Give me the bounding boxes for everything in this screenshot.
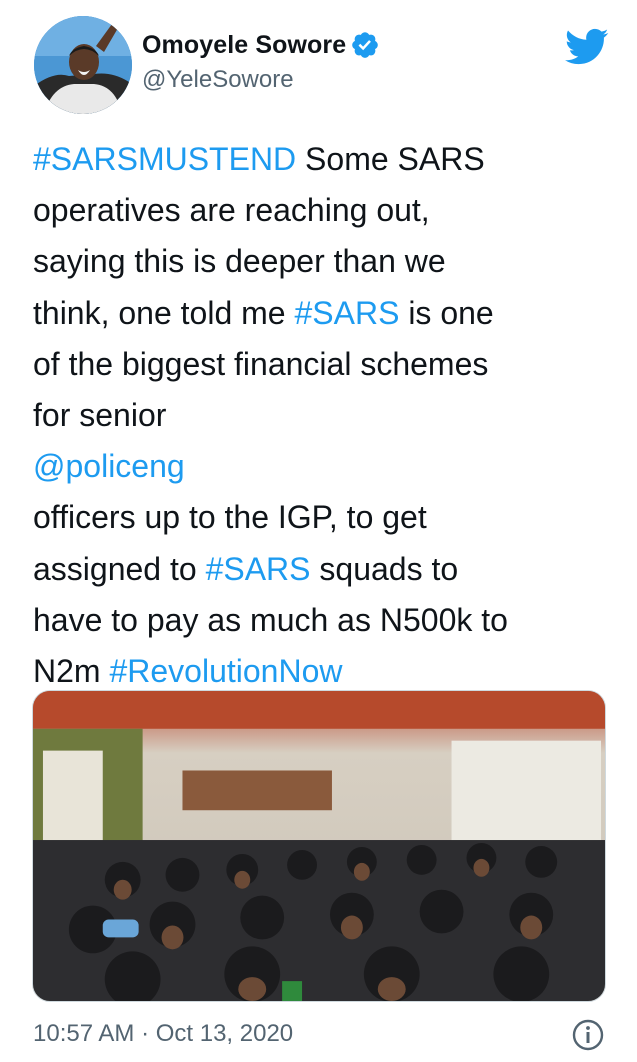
tweet-card: Omoyele Sowore @YeleSowore #SARSMUSTEND … xyxy=(0,0,637,1062)
author-handle[interactable]: @YeleSowore xyxy=(142,66,380,94)
hashtag-link[interactable]: #RevolutionNow xyxy=(109,653,342,689)
tweet-text-segment: squads to xyxy=(310,550,459,587)
author-names: Omoyele Sowore @YeleSowore xyxy=(142,30,380,94)
tweet-text-line: for senior xyxy=(33,390,613,441)
display-name-row: Omoyele Sowore xyxy=(142,30,380,60)
tweet-text-line: have to pay as much as N500k to xyxy=(33,595,613,646)
verified-badge-icon xyxy=(350,30,380,60)
tweet-photo[interactable] xyxy=(32,690,606,1002)
tweet-footer: 10:57 AM · Oct 13, 2020 xyxy=(33,1018,605,1054)
avatar-image xyxy=(34,16,132,114)
tweet-text-line: assigned to #SARS squads to xyxy=(33,544,613,595)
tweet-text-segment: think, one told me xyxy=(33,294,295,331)
tweet-text-line: @policeng xyxy=(33,441,613,492)
tweet-text-line: saying this is deeper than we xyxy=(33,236,613,287)
info-icon[interactable] xyxy=(571,1018,605,1052)
tweet-text-segment: have to pay as much as N500k to xyxy=(33,601,508,638)
twitter-bird-icon[interactable] xyxy=(565,28,609,66)
tweet-text-line: of the biggest financial schemes xyxy=(33,339,613,390)
tweet-text-segment: of the biggest financial schemes xyxy=(33,345,489,382)
tweet-text-line: think, one told me #SARS is one xyxy=(33,288,613,339)
tweet-text-line: #SARSMUSTEND Some SARS xyxy=(33,134,613,185)
author-avatar[interactable] xyxy=(34,16,132,114)
tweet-text-segment: saying this is deeper than we xyxy=(33,243,446,280)
display-name[interactable]: Omoyele Sowore xyxy=(142,31,346,60)
photo-image xyxy=(33,691,605,1001)
tweet-text-segment: officers up to the IGP, to get xyxy=(33,499,427,536)
tweet-text-line: operatives are reaching out, xyxy=(33,185,613,236)
tweet-text-segment: N2m xyxy=(33,653,110,690)
hashtag-link[interactable]: #SARS xyxy=(206,551,311,587)
tweet-text-segment: operatives are reaching out, xyxy=(33,192,430,229)
tweet-text: #SARSMUSTEND Some SARS operatives are rea… xyxy=(33,134,613,697)
tweet-text-segment: Some SARS xyxy=(296,141,485,177)
tweet-text-line: officers up to the IGP, to get xyxy=(33,492,613,543)
mention-link[interactable]: @policeng xyxy=(33,448,185,484)
hashtag-link[interactable]: #SARSMUSTEND xyxy=(33,141,296,177)
tweet-text-segment: for senior xyxy=(33,397,167,434)
tweet-header: Omoyele Sowore @YeleSowore xyxy=(34,16,609,116)
tweet-text-segment: is one xyxy=(399,294,494,331)
tweet-text-segment: assigned to xyxy=(33,550,206,587)
hashtag-link[interactable]: #SARS xyxy=(294,295,399,331)
tweet-timestamp[interactable]: 10:57 AM · Oct 13, 2020 xyxy=(33,1020,293,1048)
